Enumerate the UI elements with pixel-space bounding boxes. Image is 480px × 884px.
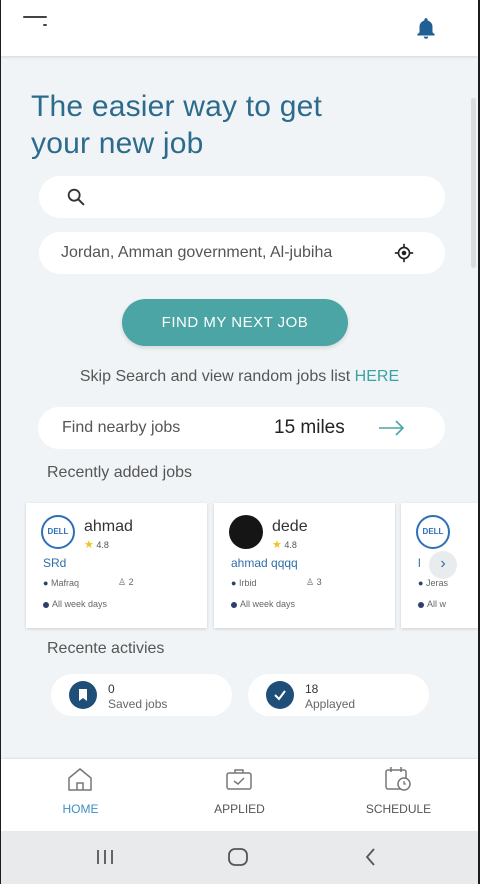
job-vacancies: ♙ 3 — [306, 577, 322, 588]
company-logo: DELL — [41, 515, 75, 549]
people-icon: ♙ — [306, 577, 315, 587]
location-input[interactable]: Jordan, Amman government, Al-jubiha — [39, 232, 445, 274]
vacancy-count: 3 — [316, 577, 322, 587]
check-icon — [266, 681, 294, 709]
notification-bell-icon[interactable] — [413, 16, 439, 42]
job-location: ● Mafraq — [43, 578, 79, 588]
nearby-distance-value: 15 miles — [274, 417, 345, 438]
job-vacancies: ♙ 2 — [118, 577, 134, 588]
menu-icon[interactable] — [23, 16, 49, 32]
nav-schedule[interactable]: SCHEDULE — [319, 759, 478, 831]
locate-icon[interactable] — [393, 242, 415, 264]
headline-line-2: your new job — [31, 127, 204, 160]
location-value: Jordan, Amman government, Al-jubiha — [61, 244, 333, 261]
home-icon — [66, 766, 94, 792]
company-logo: DELL — [416, 515, 450, 549]
headline-line-1: The easier way to get — [31, 90, 323, 123]
skip-search-text: Skip Search and view random jobs list HE… — [1, 368, 478, 386]
company-rating: ★ 4.8 — [272, 538, 297, 551]
chevron-right-icon: › — [440, 555, 446, 572]
job-schedule: All w — [418, 599, 446, 609]
search-icon — [65, 186, 87, 208]
clock-icon — [231, 601, 237, 608]
company-name: dede — [272, 518, 308, 535]
recent-apps-icon[interactable] — [95, 848, 115, 866]
nav-home[interactable]: HOME — [1, 759, 160, 831]
nav-applied-label: APPLIED — [214, 802, 265, 816]
clock-icon — [418, 601, 424, 608]
calendar-clock-icon — [384, 766, 412, 792]
nav-schedule-label: SCHEDULE — [365, 802, 432, 816]
bottom-navigation: HOME APPLIED SCHEDULE — [1, 759, 478, 831]
star-icon: ★ — [272, 539, 282, 551]
job-schedule: All week days — [43, 599, 107, 609]
nearby-jobs-row[interactable]: Find nearby jobs 15 miles — [38, 407, 445, 449]
clock-icon — [43, 601, 49, 608]
saved-jobs-label: Saved jobs — [108, 697, 168, 711]
top-app-bar — [1, 0, 478, 56]
people-icon: ♙ — [118, 577, 127, 587]
skip-search-label: Skip Search and view random jobs list — [79, 368, 355, 385]
job-location: ● Jeras — [418, 578, 448, 588]
pin-icon: ● — [231, 578, 237, 588]
pin-icon: ● — [43, 578, 49, 588]
page-headline: The easier way to get your new job — [31, 88, 451, 162]
schedule-text: All week days — [240, 599, 296, 609]
briefcase-icon — [225, 766, 253, 792]
vacancy-count: 2 — [128, 577, 134, 587]
recent-jobs-title: Recently added jobs — [47, 464, 192, 481]
scrollbar[interactable] — [471, 98, 476, 268]
saved-jobs-count: 0 — [108, 682, 115, 696]
bookmark-icon — [69, 681, 97, 709]
star-icon: ★ — [84, 539, 94, 551]
job-title: l — [418, 556, 421, 570]
job-title: SRd — [43, 556, 67, 570]
rating-value: 4.8 — [284, 540, 297, 550]
job-title: ahmad qqqq — [231, 556, 298, 570]
pin-icon: ● — [418, 578, 424, 588]
saved-jobs-chip[interactable]: 0 Saved jobs — [51, 674, 232, 716]
schedule-text: All week days — [52, 599, 108, 609]
applied-jobs-count: 18 — [305, 682, 319, 696]
applied-jobs-chip[interactable]: 18 Applayed — [248, 674, 429, 716]
find-next-job-button[interactable]: FIND MY NEXT JOB — [122, 299, 348, 346]
nearby-jobs-label: Find nearby jobs — [62, 419, 181, 436]
search-input[interactable] — [39, 176, 445, 218]
skip-search-here-link[interactable]: HERE — [355, 368, 399, 385]
home-button-icon[interactable] — [227, 847, 249, 867]
app-screen: The easier way to get your new job Jorda… — [1, 0, 478, 884]
back-icon[interactable] — [363, 847, 379, 867]
company-rating: ★ 4.8 — [84, 538, 109, 551]
system-navigation-bar — [1, 831, 478, 884]
location-text: Mafraq — [50, 578, 79, 588]
company-name: ahmad — [84, 518, 133, 535]
rating-value: 4.8 — [96, 540, 109, 550]
arrow-right-icon[interactable] — [378, 418, 406, 438]
nav-applied[interactable]: APPLIED — [160, 759, 319, 831]
location-text: Irbid — [238, 578, 257, 588]
job-location: ● Irbid — [231, 578, 256, 588]
location-text: Jeras — [425, 578, 448, 588]
job-card[interactable]: dede ★ 4.8 ahmad qqqq ● Irbid ♙ 3 All we… — [214, 503, 395, 628]
recent-activities-title: Recente activies — [47, 640, 165, 657]
company-logo — [229, 515, 263, 549]
carousel-next-button[interactable]: › — [429, 551, 457, 579]
applied-jobs-label: Applayed — [305, 697, 356, 711]
job-card[interactable]: DELL ahmad ★ 4.8 SRd ● Mafraq ♙ 2 All we… — [26, 503, 207, 628]
job-schedule: All week days — [231, 599, 295, 609]
schedule-text: All w — [427, 599, 447, 609]
nav-home-label: HOME — [62, 802, 99, 816]
